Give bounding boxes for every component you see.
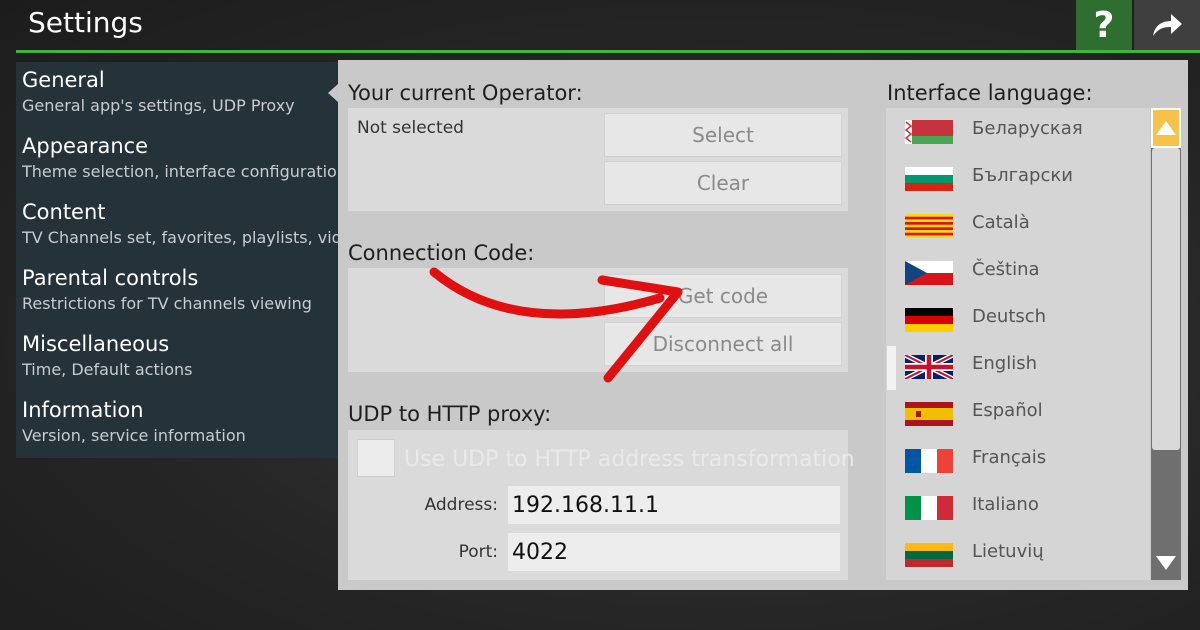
catalonia-flag-icon <box>905 214 953 238</box>
nav-item-miscellaneous[interactable]: Miscellaneous Time, Default actions <box>16 326 338 392</box>
clear-operator-button[interactable]: Clear <box>604 161 842 205</box>
nav-item-subtitle: Restrictions for TV channels viewing <box>22 294 312 313</box>
language-item-lithuanian[interactable]: Lietuvių <box>886 531 1150 578</box>
share-button[interactable] <box>1134 0 1200 50</box>
language-item-spanish[interactable]: Español <box>886 390 1150 437</box>
selected-nav-pointer-icon <box>328 84 338 102</box>
language-item-german[interactable]: Deutsch <box>886 296 1150 343</box>
language-name: Беларуская <box>972 118 1083 139</box>
language-item-czech[interactable]: Čeština <box>886 249 1150 296</box>
help-icon: ? <box>1093 4 1115 46</box>
interface-language-label: Interface language: <box>887 81 1093 105</box>
share-arrow-icon <box>1153 14 1182 36</box>
address-input[interactable]: 192.168.11.1 <box>508 486 840 524</box>
address-label: Address: <box>424 495 498 515</box>
nav-item-subtitle: Theme selection, interface configuration <box>22 162 338 181</box>
page-title: Settings <box>28 6 143 39</box>
operator-label: Your current Operator: <box>348 81 583 105</box>
nav-item-appearance[interactable]: Appearance Theme selection, interface co… <box>16 128 338 194</box>
spain-flag-icon <box>905 402 953 426</box>
triangle-up-icon <box>1156 121 1176 135</box>
language-name: Français <box>972 447 1047 468</box>
nav-item-general[interactable]: General General app's settings, UDP Prox… <box>16 62 338 128</box>
udp-transform-checkbox-label: Use UDP to HTTP address transformation <box>404 447 855 472</box>
language-item-bulgarian[interactable]: Български <box>886 155 1150 202</box>
nav-item-information[interactable]: Information Version, service information <box>16 392 338 458</box>
language-item-english[interactable]: English <box>886 343 1150 390</box>
language-name: Čeština <box>972 259 1040 280</box>
language-name: Català <box>972 212 1030 233</box>
language-item-belarusian[interactable]: Беларуская <box>886 108 1150 155</box>
scroll-thumb[interactable] <box>1152 148 1180 450</box>
language-list: Беларуская Български Català Čeština Deut… <box>886 108 1150 580</box>
language-name: Lietuvių <box>972 541 1044 562</box>
nav-item-title: Content <box>22 200 106 224</box>
italy-flag-icon <box>905 496 953 520</box>
language-scrollbar[interactable] <box>1151 108 1181 580</box>
nav-item-subtitle: General app's settings, UDP Proxy <box>22 96 295 115</box>
help-button[interactable]: ? <box>1076 0 1132 50</box>
language-name: English <box>972 353 1037 374</box>
connection-code-label: Connection Code: <box>348 241 535 265</box>
disconnect-all-button[interactable]: Disconnect all <box>604 322 842 366</box>
nav-item-content[interactable]: Content TV Channels set, favorites, play… <box>16 194 338 260</box>
nav-item-subtitle: Version, service information <box>22 426 246 445</box>
language-item-catalan[interactable]: Català <box>886 202 1150 249</box>
lithuania-flag-icon <box>905 543 953 567</box>
language-name: Български <box>972 165 1073 186</box>
scroll-down-button[interactable] <box>1153 550 1179 576</box>
nav-item-title: Miscellaneous <box>22 332 170 356</box>
nav-item-title: General <box>22 68 105 92</box>
language-item-italian[interactable]: Italiano <box>886 484 1150 531</box>
nav-item-title: Parental controls <box>22 266 199 290</box>
nav-item-title: Information <box>22 398 144 422</box>
belarus-flag-icon <box>905 120 953 144</box>
language-name: Italiano <box>972 494 1039 515</box>
language-name: Español <box>972 400 1043 421</box>
language-name: Deutsch <box>972 306 1047 327</box>
udp-transform-checkbox[interactable] <box>357 439 395 477</box>
nav-item-subtitle: Time, Default actions <box>22 360 193 379</box>
header-bar: Settings ? <box>0 0 1200 53</box>
operator-value: Not selected <box>357 118 464 138</box>
udp-proxy-label: UDP to HTTP proxy: <box>348 402 552 426</box>
czech-flag-icon <box>905 261 953 285</box>
uk-flag-icon <box>905 355 953 379</box>
germany-flag-icon <box>905 308 953 332</box>
france-flag-icon <box>905 449 953 473</box>
nav-item-parental-controls[interactable]: Parental controls Restrictions for TV ch… <box>16 260 338 326</box>
get-code-button[interactable]: Get code <box>604 274 842 318</box>
nav-item-title: Appearance <box>22 134 149 158</box>
settings-nav: General General app's settings, UDP Prox… <box>16 62 338 458</box>
port-input[interactable]: 4022 <box>508 533 840 571</box>
language-item-french[interactable]: Français <box>886 437 1150 484</box>
port-label: Port: <box>458 542 498 562</box>
triangle-down-icon <box>1156 556 1176 570</box>
scroll-up-button[interactable] <box>1151 108 1181 148</box>
header-divider <box>16 50 1200 53</box>
nav-item-subtitle: TV Channels set, favorites, playlists, v… <box>22 228 338 247</box>
selected-language-marker <box>887 346 896 390</box>
select-operator-button[interactable]: Select <box>604 113 842 157</box>
bulgaria-flag-icon <box>905 167 953 191</box>
